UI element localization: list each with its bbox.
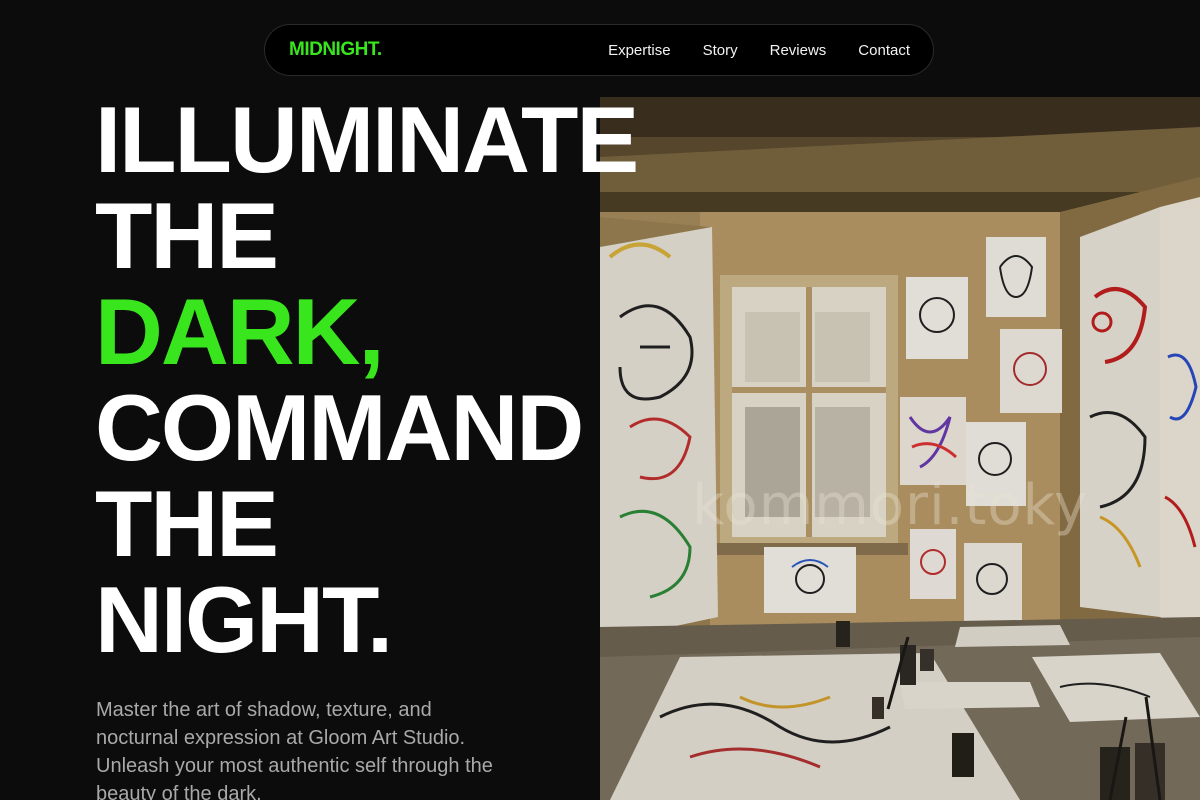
hero-headline: ILLUMINATE THE DARK, COMMAND THE NIGHT. (95, 87, 639, 672)
nav-links: Expertise Story Reviews Contact (608, 42, 910, 59)
headline-line-1: ILLUMINATE (95, 87, 639, 192)
nav-link-story[interactable]: Story (703, 42, 738, 59)
hero-image: kommori.toky (600, 97, 1200, 800)
nav-link-reviews[interactable]: Reviews (770, 42, 827, 59)
hero-description: Master the art of shadow, texture, and n… (96, 699, 493, 800)
headline-line-5: THE (95, 471, 279, 576)
nav-link-expertise[interactable]: Expertise (608, 42, 671, 59)
headline-line-6: NIGHT. (95, 567, 393, 672)
nav-link-contact[interactable]: Contact (858, 42, 910, 59)
headline-line-4: COMMAND (95, 375, 584, 480)
headline-line-2: THE (95, 183, 279, 288)
landing-page: kommori.toky MIDNIGHT. Expertise Story R… (0, 0, 1200, 800)
watermark-text: kommori.toky (692, 473, 1089, 538)
brand-logo[interactable]: MIDNIGHT. (289, 39, 382, 61)
headline-accent-line: DARK, (95, 279, 385, 384)
navbar: MIDNIGHT. Expertise Story Reviews Contac… (264, 24, 934, 76)
art-studio-photo (600, 97, 1200, 800)
